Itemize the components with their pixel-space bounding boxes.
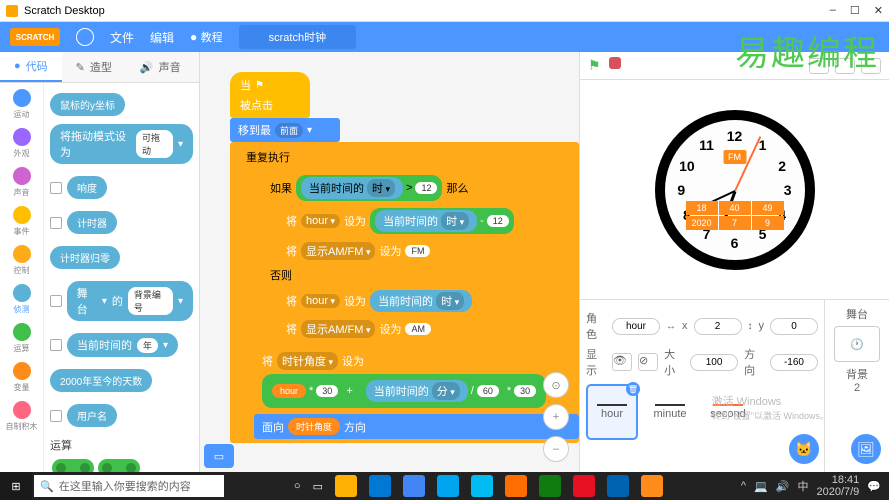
blk-set-ampm-fm[interactable]: 将 显示AM/FM ▾ 设为 FM bbox=[278, 238, 579, 264]
sprite-thumb-hour[interactable]: 🗑hour bbox=[586, 384, 638, 440]
cat-looks[interactable]: 外观 bbox=[13, 128, 31, 159]
show-button[interactable]: 👁 bbox=[612, 353, 632, 371]
tray-clock[interactable]: 18:412020/7/9 bbox=[816, 474, 859, 498]
tab-sounds[interactable]: 🔊 声音 bbox=[126, 52, 195, 82]
blk-reset-timer[interactable]: 计时器归零 bbox=[50, 246, 120, 269]
tab-costumes[interactable]: ✎ 造型 bbox=[62, 52, 126, 82]
cat-control[interactable]: 控制 bbox=[13, 245, 31, 276]
blk-point-dir[interactable]: 面向 时针角度 方向 bbox=[254, 414, 579, 439]
sprite-y-input[interactable] bbox=[770, 318, 818, 335]
menu-tutorials[interactable]: ● 教程 bbox=[190, 29, 223, 45]
blk-forever[interactable]: 重复执行 如果 当前时间的 时 ▾ > 12 那么 将 hour ▾ 设为 当前… bbox=[230, 142, 579, 443]
zoom-reset[interactable]: ⊙ bbox=[543, 372, 569, 398]
language-icon[interactable] bbox=[76, 28, 94, 46]
blk-backdrop-of[interactable]: 舞台 ▾ 的 背景编号 ▾ bbox=[50, 277, 193, 325]
block-palette: 鼠标的y坐标 将拖动模式设为可拖动 ▾ 响度 计时器 计时器归零 舞台 ▾ 的 … bbox=[44, 83, 199, 472]
zoom-out[interactable]: – bbox=[543, 436, 569, 462]
sprite-size-input[interactable] bbox=[690, 354, 738, 371]
stop-button[interactable] bbox=[609, 57, 621, 69]
blk-op1[interactable] bbox=[52, 459, 94, 472]
blk-op2[interactable] bbox=[98, 459, 140, 472]
blk-goto-front[interactable]: 移到最 前面 ▾ bbox=[230, 118, 340, 142]
maximize-button[interactable]: ☐ bbox=[850, 4, 860, 17]
delete-sprite-icon[interactable]: 🗑 bbox=[626, 382, 640, 396]
add-backdrop-button[interactable]: 🖼 bbox=[851, 434, 881, 464]
monitor-grid: 184049 202079 bbox=[686, 201, 784, 230]
task-view[interactable]: ▭ bbox=[313, 480, 323, 493]
task-app5[interactable] bbox=[573, 475, 595, 497]
blk-set-hour-1[interactable]: 将 hour ▾ 设为 当前时间的 时 ▾ - 12 bbox=[278, 204, 579, 238]
blk-current-time[interactable]: 当前时间的 年 ▾ bbox=[50, 329, 193, 361]
menubar: SCRATCH 文件 编辑 ● 教程 scratch时钟 bbox=[0, 22, 889, 52]
tray-ime-icon[interactable]: 中 bbox=[797, 478, 808, 494]
tray-up-icon[interactable]: ^ bbox=[741, 480, 746, 492]
task-edge[interactable] bbox=[369, 475, 391, 497]
scratch-logo[interactable]: SCRATCH bbox=[10, 28, 60, 46]
sprite-name-input[interactable] bbox=[612, 318, 660, 335]
task-app3[interactable] bbox=[505, 475, 527, 497]
add-sprite-button[interactable]: 🐱 bbox=[789, 434, 819, 464]
cat-sensing[interactable]: 侦测 bbox=[13, 284, 31, 315]
tray-vol-icon[interactable]: 🔊 bbox=[776, 480, 790, 493]
close-button[interactable]: ✕ bbox=[874, 4, 883, 17]
script-workspace[interactable]: 当 ⚑ 被点击 移到最 前面 ▾ 重复执行 如果 当前时间的 时 ▾ > 12 … bbox=[200, 52, 579, 472]
blk-loudness[interactable]: 响度 bbox=[50, 172, 193, 203]
tab-code[interactable]: ● 代码 bbox=[0, 52, 62, 82]
task-scratch[interactable] bbox=[641, 475, 663, 497]
stage[interactable]: 12 1 2 3 4 5 6 7 8 9 10 11 FM 184049 202… bbox=[580, 80, 889, 300]
clock-face: 12 1 2 3 4 5 6 7 8 9 10 11 FM 184049 202… bbox=[655, 110, 815, 270]
menu-edit[interactable]: 编辑 bbox=[150, 29, 174, 46]
sprite-x-input[interactable] bbox=[694, 318, 742, 335]
hide-button[interactable]: ⊘ bbox=[638, 353, 658, 371]
start-button[interactable]: ⊞ bbox=[0, 472, 32, 500]
cat-events[interactable]: 事件 bbox=[13, 206, 31, 237]
titlebar: Scratch Desktop – ☐ ✕ bbox=[0, 0, 889, 22]
cat-variables[interactable]: 变量 bbox=[13, 362, 31, 393]
task-explorer[interactable] bbox=[335, 475, 357, 497]
task-app2[interactable] bbox=[471, 475, 493, 497]
project-name-input[interactable]: scratch时钟 bbox=[239, 25, 356, 49]
task-chrome[interactable] bbox=[403, 475, 425, 497]
task-app4[interactable] bbox=[539, 475, 561, 497]
blk-set-hour-2[interactable]: 将 hour ▾ 设为 当前时间的 时 ▾ bbox=[278, 286, 579, 316]
stage-small[interactable] bbox=[809, 58, 829, 74]
app-title: Scratch Desktop bbox=[24, 5, 105, 17]
blk-username[interactable]: 用户名 bbox=[50, 400, 193, 431]
task-app1[interactable] bbox=[437, 475, 459, 497]
tray-notif-icon[interactable]: 💬 bbox=[867, 480, 881, 493]
monitor-fm: FM bbox=[723, 150, 746, 164]
sprite-thumb-minute[interactable]: minute bbox=[644, 384, 696, 440]
blk-dragmode[interactable]: 将拖动模式设为可拖动 ▾ bbox=[50, 124, 193, 164]
category-column: 运动 外观 声音 事件 控制 侦测 运算 变量 自制积木 bbox=[0, 83, 44, 472]
cat-operators[interactable]: 运算 bbox=[13, 323, 31, 354]
cat-myblocks[interactable]: 自制积木 bbox=[6, 401, 38, 432]
stage-full[interactable] bbox=[861, 58, 881, 74]
blk-when-flag[interactable]: 当 ⚑ 被点击 bbox=[230, 72, 310, 118]
activate-windows: 激活 Windows转到"设置"以激活 Windows。 bbox=[712, 393, 829, 422]
green-flag[interactable]: ⚑ bbox=[588, 57, 601, 74]
palette-operators-title: 运算 bbox=[50, 437, 193, 453]
menu-file[interactable]: 文件 bbox=[110, 29, 134, 46]
cat-sound[interactable]: 声音 bbox=[13, 167, 31, 198]
blk-set-angle[interactable]: 将 时针角度 ▾ 设为 hour * 30 + 当前时间的 分 ▾ / 60 *… bbox=[254, 348, 579, 412]
task-cortana[interactable]: ○ bbox=[294, 480, 301, 492]
blk-set-ampm-am[interactable]: 将 显示AM/FM ▾ 设为 AM bbox=[278, 316, 579, 342]
blk-mouse-y[interactable]: 鼠标的y坐标 bbox=[50, 93, 125, 116]
app-icon bbox=[6, 5, 18, 17]
tray-net-icon[interactable]: 💻 bbox=[754, 480, 768, 493]
backpack-button[interactable]: ▭ bbox=[204, 444, 234, 468]
stage-thumb[interactable]: 🕐 bbox=[834, 326, 880, 362]
taskbar-search[interactable]: 🔍 在这里输入你要搜索的内容 bbox=[34, 475, 224, 497]
task-app6[interactable] bbox=[607, 475, 629, 497]
sprite-dir-input[interactable] bbox=[770, 354, 818, 371]
blk-if-else[interactable]: 如果 当前时间的 时 ▾ > 12 那么 将 hour ▾ 设为 当前时间的 时… bbox=[254, 168, 579, 346]
editor-tabs: ● 代码 ✎ 造型 🔊 声音 bbox=[0, 52, 199, 83]
blk-days-since[interactable]: 2000年至今的天数 bbox=[50, 369, 152, 392]
stage-large[interactable] bbox=[835, 58, 855, 74]
taskbar: ⊞ 🔍 在这里输入你要搜索的内容 ○ ▭ ^ 💻 🔊 中 18:412020/7… bbox=[0, 472, 889, 500]
blk-timer[interactable]: 计时器 bbox=[50, 207, 193, 238]
minimize-button[interactable]: – bbox=[830, 4, 836, 17]
zoom-in[interactable]: + bbox=[543, 404, 569, 430]
cat-motion[interactable]: 运动 bbox=[13, 89, 31, 120]
